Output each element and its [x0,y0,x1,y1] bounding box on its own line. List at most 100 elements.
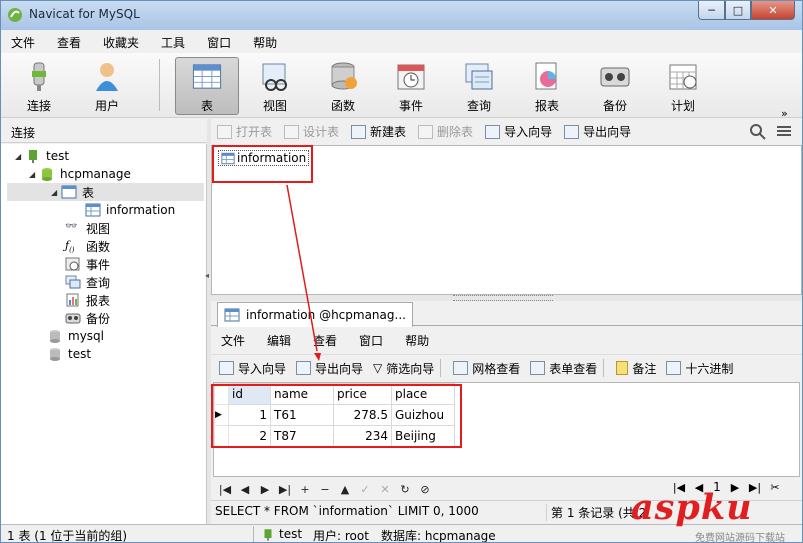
toolbar-report-button[interactable]: 报表 [515,57,579,115]
nav-first-button[interactable]: |◀ [215,483,235,496]
submenu-help[interactable]: 帮助 [405,332,429,349]
tree-node-functions[interactable]: ƒ() 函数 [65,237,110,255]
nav-delete-button[interactable]: − [315,483,335,496]
submenu-file[interactable]: 文件 [221,332,245,349]
function-icon [331,62,357,90]
tree-node-information-table[interactable]: information [85,201,175,219]
tree-node-hcpmanage-db[interactable]: ◢ hcpmanage [29,165,131,183]
nav-stop-button[interactable]: ⊘ [415,483,435,496]
toolbar-view-button[interactable]: 视图 [243,57,307,115]
delete-table-button[interactable]: 删除表 [418,123,473,140]
toolbar-user-button[interactable]: 用户 [75,57,139,115]
event-clock-icon [397,64,425,90]
submenu-edit[interactable]: 编辑 [267,332,291,349]
collapse-arrow-icon[interactable]: ◢ [29,170,39,179]
tree-node-backups[interactable]: 备份 [65,309,110,327]
tab-information-data[interactable]: information @hcpmanag... [217,302,413,327]
toolbar-schedule-button[interactable]: 计划 [651,57,715,115]
watermark-subtitle: 免费网站源码下载站 [695,533,785,543]
tree-node-tables[interactable]: ◢ 表 [7,183,204,201]
nav-last-button[interactable]: ▶| [275,483,295,496]
nav-cancel-button[interactable]: ✕ [375,483,395,496]
collapse-arrow-icon[interactable]: ◢ [15,152,25,161]
report-icon [66,293,79,307]
backup-tape-icon [600,67,630,87]
table-icon [85,203,101,217]
status-divider [253,526,254,542]
toolbar-event-button[interactable]: 事件 [379,57,443,115]
user-icon [96,63,118,91]
annotation-box-grid [211,384,462,448]
minimize-button[interactable]: ─ [698,1,725,20]
status-database: 数据库: hcpmanage [381,529,496,543]
close-button[interactable]: ✕ [751,1,795,20]
design-table-icon [284,124,300,139]
collapse-arrow-icon[interactable]: ◢ [51,188,61,197]
menu-view[interactable]: 查看 [47,34,93,51]
toolbar-separator [159,59,160,111]
nav-apply-button[interactable]: ✓ [355,483,375,496]
connection-plug-icon [32,62,46,91]
nav-next-button[interactable]: ▶ [255,483,275,496]
menu-help[interactable]: 帮助 [243,34,289,51]
import-wizard-button[interactable]: 导入向导 [485,123,552,140]
tree-node-views[interactable]: 👓 视图 [65,219,110,237]
data-import-button[interactable]: 导入向导 [219,360,286,377]
toolbar-backup-button[interactable]: 备份 [583,57,647,115]
menu-file[interactable]: 文件 [1,34,47,51]
open-table-icon [217,124,232,139]
delete-table-icon [418,124,434,139]
menu-favorites[interactable]: 收藏夹 [93,34,151,51]
data-window-menu: 文件 编辑 查看 窗口 帮助 [211,327,802,354]
title-bar: Navicat for MySQL ─ □ ✕ [1,1,802,30]
submenu-window[interactable]: 窗口 [359,332,383,349]
submenu-view[interactable]: 查看 [313,332,337,349]
connection-icon [264,528,272,541]
tree-node-test-db[interactable]: test [47,345,91,363]
tree-node-mysql-db[interactable]: mysql [47,327,104,345]
nav-add-button[interactable]: + [295,483,315,496]
tree-node-test-connection[interactable]: ◢ test [15,147,69,165]
menu-window[interactable]: 窗口 [197,34,243,51]
nav-prev-button[interactable]: ◀ [235,483,255,496]
nav-up-button[interactable]: ▲ [335,483,355,496]
tree-node-reports[interactable]: 报表 [65,291,110,309]
filter-wizard-button[interactable]: ▽ 筛选向导 [373,360,434,377]
menu-tools[interactable]: 工具 [151,34,197,51]
form-icon [530,361,546,375]
form-view-button[interactable]: 表单查看 [530,360,597,377]
annotation-box-object [212,145,313,183]
grid-icon [453,361,469,375]
export-wizard-button[interactable]: 导出向导 [564,123,631,140]
toolbar-table-button[interactable]: 表 [175,57,239,115]
tree-node-events[interactable]: 事件 [65,255,110,273]
report-icon [535,62,557,90]
data-export-button[interactable]: 导出向导 [296,360,363,377]
sql-statement: SELECT * FROM `information` LIMIT 0, 100… [215,504,479,518]
status-user: 用户: root [313,529,369,543]
query-icon [465,63,493,90]
tree-node-queries[interactable]: 查询 [65,273,110,291]
list-view-icon[interactable] [776,125,792,139]
search-icon[interactable] [749,123,767,141]
object-toolbar: 打开表 设计表 新建表 删除表 导入向导 导出向导 [211,119,802,144]
toolbar-function-button[interactable]: 函数 [311,57,375,115]
table-icon [192,64,222,89]
splitter-grip-icon[interactable]: ◂ [205,271,209,280]
function-fx-icon: ƒ() [65,239,75,255]
design-table-button[interactable]: 设计表 [284,123,339,140]
hex-button[interactable]: 十六进制 [666,360,733,377]
new-table-button[interactable]: 新建表 [351,123,406,140]
nav-refresh-button[interactable]: ↻ [395,483,415,496]
toolbar-query-button[interactable]: 查询 [447,57,511,115]
app-window: Navicat for MySQL ─ □ ✕ 文件 查看 收藏夹 工具 窗口 … [0,0,803,543]
filter-funnel-icon: ▽ [373,361,383,375]
memo-button[interactable]: 备注 [616,360,656,377]
toolbar-connection-button[interactable]: 连接 [7,57,71,115]
connection-pane-header: 连接 [1,119,208,143]
main-toolbar: 连接 用户 表 视图 函数 事件 查询 报表 备份 计划 » [1,53,802,165]
export-icon [296,361,312,375]
open-table-button[interactable]: 打开表 [217,123,272,140]
grid-view-button[interactable]: 网格查看 [453,360,520,377]
maximize-button[interactable]: □ [725,1,751,20]
